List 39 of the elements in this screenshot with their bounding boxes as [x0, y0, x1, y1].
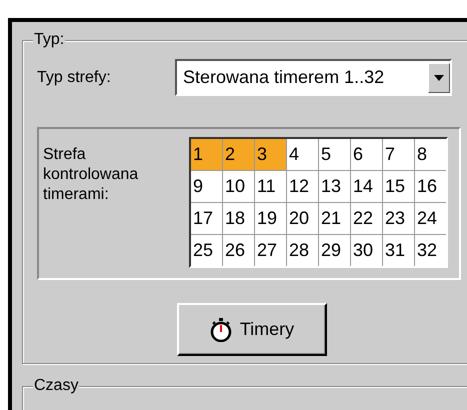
group-title: Czasy	[33, 377, 80, 395]
timer-cell[interactable]: 32	[415, 235, 446, 266]
timer-cell[interactable]: 15	[383, 171, 414, 202]
timer-cell[interactable]: 4	[287, 139, 318, 170]
stopwatch-icon	[210, 318, 232, 342]
timer-cell[interactable]: 27	[255, 235, 286, 266]
timer-cell[interactable]: 28	[287, 235, 318, 266]
timer-cell[interactable]: 8	[415, 139, 446, 170]
timer-cell[interactable]: 25	[191, 235, 222, 266]
timer-cell[interactable]: 9	[191, 171, 222, 202]
timer-cell[interactable]: 22	[351, 203, 382, 234]
timer-cell[interactable]: 7	[383, 139, 414, 170]
timer-cell[interactable]: 14	[351, 171, 382, 202]
timer-cell[interactable]: 13	[319, 171, 350, 202]
timer-cell[interactable]: 3	[255, 139, 286, 170]
timer-cell[interactable]: 5	[319, 139, 350, 170]
timer-cell[interactable]: 12	[287, 171, 318, 202]
timers-button[interactable]: Timery	[177, 303, 327, 356]
timer-cell[interactable]: 19	[255, 203, 286, 234]
timer-cell[interactable]: 2	[223, 139, 254, 170]
group-title: Typ:	[33, 31, 66, 49]
timer-cell[interactable]: 29	[319, 235, 350, 266]
zone-type-label: Typ strefy:	[37, 68, 112, 86]
timer-cell[interactable]: 6	[351, 139, 382, 170]
timer-cell[interactable]: 17	[191, 203, 222, 234]
timer-cell[interactable]: 24	[415, 203, 446, 234]
timer-cell[interactable]: 16	[415, 171, 446, 202]
timer-cell[interactable]: 18	[223, 203, 254, 234]
zone-type-dropdown[interactable]: Sterowana timerem 1..32	[175, 59, 452, 96]
timer-cell[interactable]: 21	[319, 203, 350, 234]
timer-cell[interactable]: 10	[223, 171, 254, 202]
timer-zone-label: Strefa kontrolowana timerami:	[43, 145, 140, 205]
timer-cell[interactable]: 20	[287, 203, 318, 234]
timer-cell[interactable]: 23	[383, 203, 414, 234]
timer-cell[interactable]: 11	[255, 171, 286, 202]
timer-cell[interactable]: 31	[383, 235, 414, 266]
timer-cell[interactable]: 1	[191, 139, 222, 170]
timer-cell[interactable]: 30	[351, 235, 382, 266]
timer-cell[interactable]: 26	[223, 235, 254, 266]
